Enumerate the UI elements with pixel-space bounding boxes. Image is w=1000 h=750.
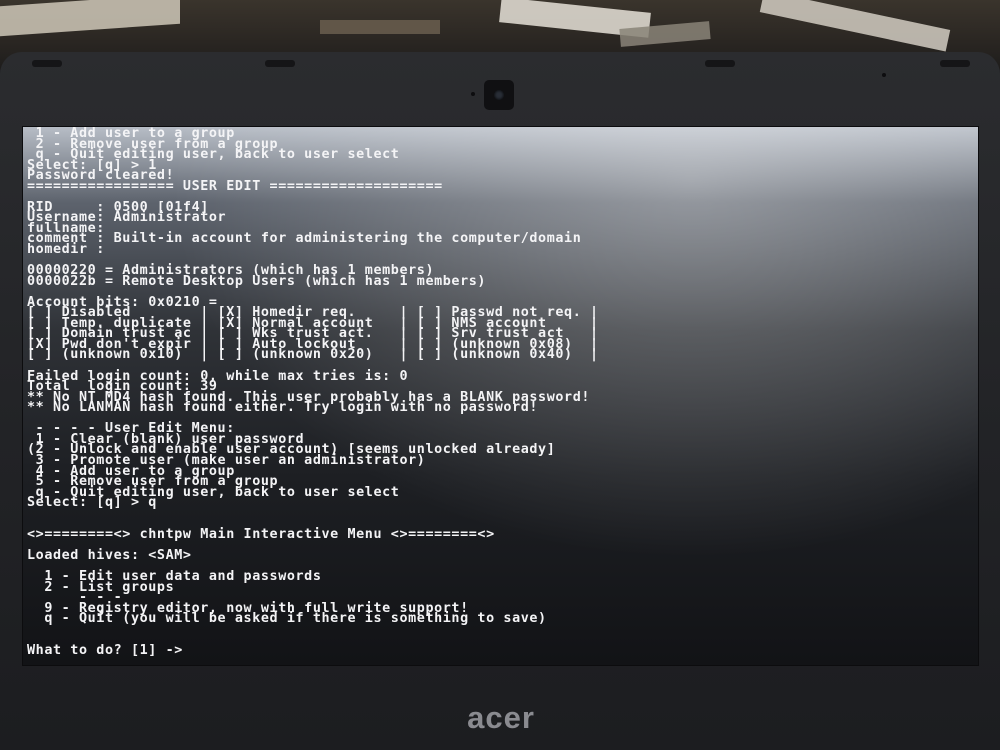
terminal-line: Loaded hives: <SAM> (27, 547, 192, 563)
paper-stack (759, 0, 951, 52)
bezel-bumper (940, 60, 970, 67)
terminal-line: ** No LANMAN hash found either. Try logi… (27, 400, 539, 416)
terminal-line: comment : Built-in account for administe… (27, 231, 582, 247)
terminal-line: homedir : (27, 242, 105, 258)
terminal-output[interactable]: 1 - Add user to a group 2 - Remove user … (27, 127, 972, 658)
mic-hole (471, 92, 475, 96)
terminal-line: ================= USER EDIT ============… (27, 178, 443, 194)
terminal-line: 0000022b = Remote Desktop Users (which h… (27, 273, 487, 289)
sensor-dot (882, 73, 886, 77)
terminal-line: Select: [q] > q (27, 495, 157, 511)
bezel-bumper (705, 60, 735, 67)
terminal-line: <>========<> chntpw Main Interactive Men… (27, 526, 495, 542)
terminal-line: q - Quit editing user, back to user sele… (27, 484, 400, 500)
brand-logo: acer (467, 700, 535, 735)
terminal-line: Username: Administrator (27, 210, 227, 226)
terminal-line: 2 - List groups (27, 579, 175, 595)
webcam-icon (484, 80, 514, 110)
terminal-line: q - Quit editing user, back to user sele… (27, 147, 400, 163)
bezel-bumper (265, 60, 295, 67)
laptop-screen: 1 - Add user to a group 2 - Remove user … (22, 126, 979, 666)
desk-object (320, 20, 440, 34)
bezel-bumper (32, 60, 62, 67)
paper-stack (0, 0, 180, 37)
terminal-line: What to do? [1] -> (27, 642, 183, 658)
terminal-line: [ ] (unknown 0x10) | [ ] (unknown 0x20) … (27, 347, 599, 363)
terminal-line: q - Quit (you will be asked if there is … (27, 611, 547, 627)
